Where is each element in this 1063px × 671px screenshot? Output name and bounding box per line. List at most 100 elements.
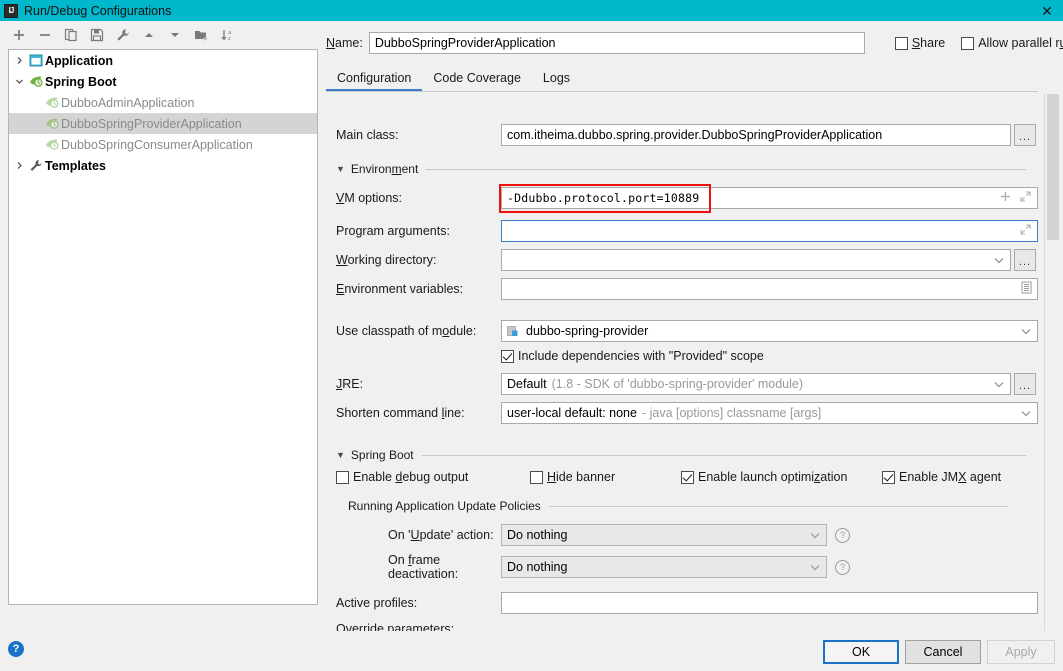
main-class-browse-button[interactable]: ... xyxy=(1014,124,1036,146)
panel-separator xyxy=(1044,94,1045,631)
chevron-right-icon[interactable] xyxy=(11,158,27,174)
tree-item-dubbo-admin-application[interactable]: DubboAdminApplication xyxy=(9,92,317,113)
tree-item-dubbo-spring-consumer-application[interactable]: DubboSpringConsumerApplication xyxy=(9,134,317,155)
jre-combo[interactable]: Default (1.8 - SDK of 'dubbo-spring-prov… xyxy=(501,373,1011,395)
chevron-down-icon xyxy=(810,560,820,574)
spring-boot-section-header[interactable]: ▼ Spring Boot xyxy=(336,448,1026,462)
enable-launch-optimization-label: Enable launch optimization xyxy=(698,470,848,484)
on-update-action-label: On 'Update' action: xyxy=(388,528,494,542)
program-arguments-row: Program arguments: xyxy=(336,220,1038,242)
working-directory-browse-button[interactable]: ... xyxy=(1014,249,1036,271)
configuration-editor-panel: Name: DubboSpringProviderApplication Sha… xyxy=(326,21,1063,631)
name-input[interactable]: DubboSpringProviderApplication xyxy=(368,32,865,54)
module-icon xyxy=(507,325,520,337)
chevron-down-icon: ▼ xyxy=(336,450,345,460)
environment-variables-input[interactable] xyxy=(501,278,1038,300)
jre-hint: (1.8 - SDK of 'dubbo-spring-provider' mo… xyxy=(551,377,804,391)
enable-jmx-agent-checkbox-box xyxy=(882,470,895,484)
name-row: Name: DubboSpringProviderApplication Sha… xyxy=(326,32,1063,54)
enable-launch-optimization-checkbox-box xyxy=(681,470,694,484)
environment-section-header[interactable]: ▼ Environment xyxy=(336,162,1026,176)
sort-configurations-button[interactable]: a z xyxy=(216,24,238,46)
allow-parallel-run-checkbox[interactable]: Allow parallel run xyxy=(961,36,1063,50)
tree-item-dubbo-spring-provider-application[interactable]: DubboSpringProviderApplication xyxy=(9,113,317,134)
use-classpath-of-module-combo[interactable]: dubbo-spring-provider xyxy=(501,320,1038,342)
window-title: Run/Debug Configurations xyxy=(24,3,172,18)
share-checkbox-box xyxy=(894,36,908,50)
vm-options-macro-icon[interactable] xyxy=(1000,191,1011,205)
name-label: Name: xyxy=(326,36,363,50)
tree-item-application[interactable]: Application xyxy=(9,50,317,71)
name-input-value: DubboSpringProviderApplication xyxy=(374,36,556,50)
include-provided-scope-checkbox-box xyxy=(501,349,514,363)
edit-templates-button[interactable] xyxy=(112,24,134,46)
cancel-button[interactable]: Cancel xyxy=(905,640,981,664)
section-divider xyxy=(426,168,1026,170)
environment-variables-edit-icon[interactable] xyxy=(1021,281,1032,297)
add-configuration-button[interactable] xyxy=(8,24,30,46)
copy-configuration-button[interactable] xyxy=(60,24,82,46)
working-directory-combo[interactable] xyxy=(501,249,1011,271)
save-configuration-button[interactable] xyxy=(86,24,108,46)
shorten-command-line-label: Shorten command line: xyxy=(336,406,465,420)
ok-button[interactable]: OK xyxy=(823,640,899,664)
chevron-down-icon: ▼ xyxy=(336,164,345,174)
enable-jmx-agent-checkbox[interactable]: Enable JMX agent xyxy=(882,470,1001,484)
vm-options-expand-icon[interactable] xyxy=(1020,191,1031,205)
chevron-down-icon xyxy=(1021,324,1031,338)
chevron-down-icon xyxy=(994,253,1004,267)
hide-banner-label: Hide banner xyxy=(547,470,616,484)
jre-browse-button[interactable]: ... xyxy=(1014,373,1036,395)
on-update-action-help-icon[interactable]: ? xyxy=(835,527,850,543)
hide-banner-checkbox[interactable]: Hide banner xyxy=(530,470,615,484)
main-class-input[interactable]: com.itheima.dubbo.spring.provider.DubboS… xyxy=(501,124,1011,146)
active-profiles-label: Active profiles: xyxy=(336,596,418,610)
configurations-tree[interactable]: Application Spring Boot DubboAdminApplic… xyxy=(8,49,318,605)
vertical-scrollbar[interactable] xyxy=(1047,94,1059,631)
move-down-button[interactable] xyxy=(164,24,186,46)
chevron-down-icon xyxy=(994,377,1004,391)
include-provided-scope-checkbox[interactable]: Include dependencies with "Provided" sco… xyxy=(501,349,764,363)
environment-variables-label: Environment variables: xyxy=(336,282,464,296)
active-profiles-input[interactable] xyxy=(501,592,1038,614)
title-bar: IJ Run/Debug Configurations ✕ xyxy=(0,0,1063,21)
remove-configuration-button[interactable] xyxy=(34,24,56,46)
chevron-right-icon[interactable] xyxy=(11,53,27,69)
enable-debug-output-checkbox[interactable]: Enable debug output xyxy=(336,470,468,484)
shorten-command-line-combo[interactable]: user-local default: none - java [options… xyxy=(501,402,1038,424)
tree-item-spring-boot[interactable]: Spring Boot xyxy=(9,71,317,92)
svg-text:z: z xyxy=(228,36,231,42)
on-frame-deactivation-label: On frame deactivation: xyxy=(388,553,459,581)
spring-boot-icon xyxy=(43,137,61,153)
program-arguments-input[interactable] xyxy=(501,220,1038,242)
help-icon[interactable]: ? xyxy=(8,641,24,657)
vm-options-label: VM options: xyxy=(336,191,403,205)
enable-debug-output-label: Enable debug output xyxy=(353,470,469,484)
allow-parallel-run-checkbox-box xyxy=(961,36,975,50)
run-debug-configurations-dialog: IJ Run/Debug Configurations ✕ a z Applic… xyxy=(0,0,1063,671)
create-folder-button[interactable] xyxy=(190,24,212,46)
enable-launch-optimization-checkbox[interactable]: Enable launch optimization xyxy=(681,470,847,484)
on-frame-deactivation-help-icon[interactable]: ? xyxy=(835,559,850,575)
use-classpath-of-module-row: Use classpath of module: dubbo-spring-pr… xyxy=(336,320,1038,342)
on-update-action-combo[interactable]: Do nothing xyxy=(501,524,827,546)
tree-item-templates[interactable]: Templates xyxy=(9,155,317,176)
on-frame-deactivation-combo[interactable]: Do nothing xyxy=(501,556,827,578)
tab-configuration[interactable]: Configuration xyxy=(326,66,423,91)
vm-options-input[interactable]: -Ddubbo.protocol.port=10889 xyxy=(501,187,1038,209)
close-icon[interactable]: ✕ xyxy=(1039,3,1055,19)
working-directory-row: Working directory: ... xyxy=(336,249,1036,271)
move-up-button[interactable] xyxy=(138,24,160,46)
tab-code-coverage[interactable]: Code Coverage xyxy=(422,66,532,91)
apply-button: Apply xyxy=(987,640,1055,664)
application-icon xyxy=(27,53,45,69)
intellij-idea-icon: IJ xyxy=(4,3,18,18)
tab-logs[interactable]: Logs xyxy=(532,66,581,91)
share-checkbox[interactable]: Share xyxy=(894,36,945,50)
update-policies-section-title: Running Application Update Policies xyxy=(348,499,541,513)
tree-item-label: Application xyxy=(45,53,114,68)
chevron-down-icon[interactable] xyxy=(11,74,27,90)
scrollbar-thumb[interactable] xyxy=(1047,94,1059,240)
chevron-down-icon xyxy=(1021,406,1031,420)
program-arguments-expand-icon[interactable] xyxy=(1020,224,1031,238)
